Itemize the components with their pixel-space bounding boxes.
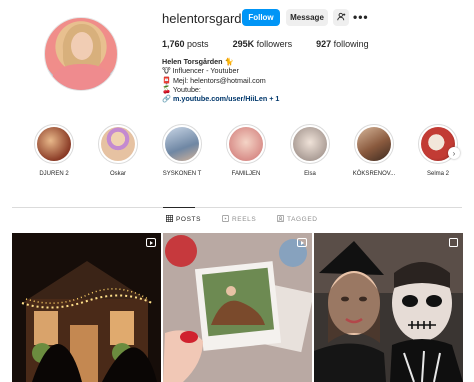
profile-bio: Helen Torsgården 🐈 🐮 Influencer - Youtub…: [162, 57, 362, 103]
suggest-users-button[interactable]: [333, 9, 349, 26]
highlight-thumbnail: [357, 127, 391, 161]
add-person-icon: [336, 12, 346, 23]
post-thumbnail-1[interactable]: [12, 233, 161, 382]
follow-button[interactable]: Follow: [242, 9, 280, 26]
bio-link-text: m.youtube.com/user/HiiLen + 1: [172, 94, 280, 104]
highlight-thumbnail: [229, 127, 263, 161]
bio-line-2: 📮 Mejl: helentors@hotmail.com: [162, 75, 266, 85]
highlight-koksrenov[interactable]: KÖKSRENOV...: [344, 124, 404, 177]
highlight-oskar[interactable]: Oskar: [88, 124, 148, 177]
tab-tagged-label: TAGGED: [287, 216, 318, 223]
avatar-face: [71, 32, 93, 60]
highlight-label: FAMILJEN: [231, 171, 261, 177]
message-button[interactable]: Message: [286, 9, 328, 26]
bio-line-1: 🐮 Influencer - Youtuber: [162, 66, 239, 76]
highlight-ring: [34, 124, 74, 164]
highlight-label: Oskar: [109, 171, 126, 177]
post-thumbnail-2[interactable]: [163, 233, 312, 382]
tab-posts[interactable]: POSTS: [166, 215, 201, 224]
tagged-icon: [277, 215, 284, 224]
post-thumbnail-3[interactable]: [314, 233, 463, 382]
highlight-ring: [98, 124, 138, 164]
highlight-thumbnail: [165, 127, 199, 161]
story-highlights: DJUREN 2 Oskar SYSKONEN T FAMILJEN Elsa …: [0, 124, 474, 184]
highlight-ring: [162, 124, 202, 164]
highlight-syskonen[interactable]: SYSKONEN T: [152, 124, 212, 177]
posts-stat[interactable]: 1,760 posts: [162, 39, 209, 49]
highlight-ring: [290, 124, 330, 164]
profile-stats: 1,760 posts 295K followers 927 following: [162, 39, 393, 49]
tabs-divider: [12, 207, 462, 208]
followers-count: 295K: [232, 39, 255, 49]
active-tab-indicator: [163, 207, 195, 208]
grid-icon: [166, 215, 173, 224]
highlight-label: SYSKONEN T: [162, 171, 202, 177]
posts-label: posts: [187, 39, 209, 49]
highlight-thumbnail: [37, 127, 71, 161]
highlights-next-button[interactable]: ›: [448, 147, 460, 159]
post-3-image: [314, 233, 463, 382]
avatar-top: [51, 64, 113, 90]
bio-name: Helen Torsgården 🐈: [162, 57, 234, 66]
following-stat[interactable]: 927 following: [316, 39, 369, 49]
highlight-thumbnail: [101, 127, 135, 161]
profile-tabs: POSTS REELS TAGGED: [0, 215, 474, 227]
reel-indicator-icon: [297, 238, 307, 247]
tab-reels-label: REELS: [232, 216, 257, 223]
highlight-ring: [226, 124, 266, 164]
tab-posts-label: POSTS: [176, 216, 202, 223]
bio-line-3: 🍒 Youtube:: [162, 84, 201, 94]
following-count: 927: [316, 39, 332, 49]
tab-reels[interactable]: REELS: [222, 215, 256, 224]
profile-avatar[interactable]: [44, 17, 118, 91]
highlight-label: KÖKSRENOV...: [352, 171, 396, 177]
highlight-label: Selma 2: [426, 171, 449, 177]
highlight-label: DJUREN 2: [39, 171, 69, 177]
tab-tagged[interactable]: TAGGED: [277, 215, 318, 224]
highlight-ring: [354, 124, 394, 164]
highlight-elsa[interactable]: Elsa: [280, 124, 340, 177]
highlight-thumbnail: [293, 127, 327, 161]
post-2-image: [163, 233, 312, 382]
following-label: following: [333, 39, 369, 49]
bio-link[interactable]: 🔗 m.youtube.com/user/HiiLen + 1: [162, 94, 362, 103]
followers-label: followers: [256, 39, 293, 49]
highlight-djuren-2[interactable]: DJUREN 2: [24, 124, 84, 177]
post-1-image: [12, 233, 161, 382]
chevron-right-icon: ›: [452, 148, 456, 158]
more-options-icon[interactable]: •••: [353, 10, 369, 24]
highlight-familjen[interactable]: FAMILJEN: [216, 124, 276, 177]
posts-count: 1,760: [162, 39, 185, 49]
followers-stat[interactable]: 295K followers: [233, 39, 293, 49]
carousel-indicator-icon: [449, 238, 458, 247]
highlight-label: Elsa: [304, 171, 316, 177]
reel-indicator-icon: [146, 238, 156, 247]
reels-icon: [222, 215, 229, 224]
